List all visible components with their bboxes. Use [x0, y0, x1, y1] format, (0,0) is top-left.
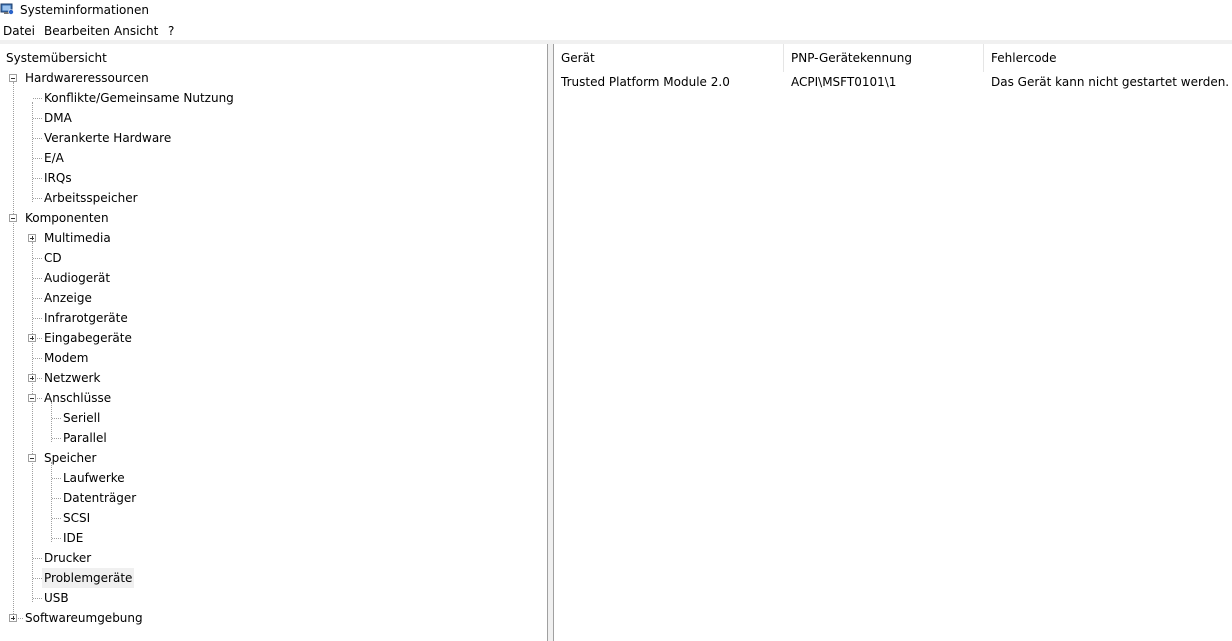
category-tree[interactable]: Systemübersicht Hardwareressourcen Konfl… [0, 44, 548, 641]
table-cell-geraet[interactable]: Trusted Platform Module 2.0 [554, 72, 784, 92]
tree-line [52, 478, 61, 479]
collapse-icon[interactable] [9, 214, 17, 222]
tree-node-eingabegeraete[interactable]: Eingabegeräte [44, 328, 132, 348]
tree-node-dma[interactable]: DMA [44, 108, 72, 128]
tree-line [33, 258, 42, 259]
tree-line [51, 462, 52, 542]
tree-node-infrarotgeraete[interactable]: Infrarotgeräte [44, 308, 128, 328]
tree-node-arbeitsspeicher[interactable]: Arbeitsspeicher [44, 188, 138, 208]
tree-node-verankerte-hardware[interactable]: Verankerte Hardware [44, 128, 171, 148]
window-title: Systeminformationen [20, 3, 149, 17]
menu-ansicht[interactable]: Ansicht [114, 24, 158, 38]
expand-icon[interactable] [9, 614, 17, 622]
expand-icon[interactable] [28, 374, 36, 382]
tree-node-modem[interactable]: Modem [44, 348, 88, 368]
tree-node-anschluesse[interactable]: Anschlüsse [44, 388, 111, 408]
column-header-pnp[interactable]: PNP-Gerätekennung [784, 44, 984, 72]
tree-line [52, 438, 61, 439]
tree-node-seriell[interactable]: Seriell [63, 408, 100, 428]
tree-node-ea[interactable]: E/A [44, 148, 64, 168]
tree-line [33, 98, 42, 99]
tree-node-problemgeraete[interactable]: Problemgeräte [42, 568, 135, 588]
tree-node-datentraeger[interactable]: Datenträger [63, 488, 136, 508]
column-header-geraet[interactable]: Gerät [554, 44, 784, 72]
tree-node-netzwerk[interactable]: Netzwerk [44, 368, 100, 388]
tree-node-anzeige[interactable]: Anzeige [44, 288, 92, 308]
column-header-fehlercode[interactable]: Fehlercode [984, 44, 1232, 72]
menu-help[interactable]: ? [168, 24, 174, 38]
tree-node-systemuebersicht[interactable]: Systemübersicht [6, 48, 107, 68]
tree-line [33, 558, 42, 559]
tree-line [33, 198, 42, 199]
table-cell-fehlercode[interactable]: Das Gerät kann nicht gestartet werden. [984, 72, 1232, 92]
tree-line [52, 518, 61, 519]
tree-node-scsi[interactable]: SCSI [63, 508, 90, 528]
details-list[interactable]: Gerät PNP-Gerätekennung Fehlercode Trust… [553, 44, 1232, 641]
collapse-icon[interactable] [28, 394, 36, 402]
tree-node-speicher[interactable]: Speicher [44, 448, 96, 468]
expand-icon[interactable] [28, 234, 36, 242]
collapse-icon[interactable] [9, 74, 17, 82]
tree-node-laufwerke[interactable]: Laufwerke [63, 468, 125, 488]
tree-line [33, 598, 42, 599]
tree-line [52, 418, 61, 419]
tree-line [33, 118, 42, 119]
tree-node-parallel[interactable]: Parallel [63, 428, 107, 448]
tree-line [33, 178, 42, 179]
title-bar: Systeminformationen [0, 0, 1232, 20]
tree-node-usb[interactable]: USB [44, 588, 69, 608]
collapse-icon[interactable] [28, 454, 36, 462]
tree-line [33, 278, 42, 279]
tree-node-drucker[interactable]: Drucker [44, 548, 91, 568]
tree-node-ide[interactable]: IDE [63, 528, 83, 548]
menu-bearbeiten[interactable]: Bearbeiten [44, 24, 110, 38]
tree-node-cd[interactable]: CD [44, 248, 62, 268]
tree-line [32, 242, 33, 602]
expand-icon[interactable] [28, 334, 36, 342]
tree-node-hardwareressourcen[interactable]: Hardwareressourcen [25, 68, 149, 88]
tree-line [33, 138, 42, 139]
tree-node-konflikte[interactable]: Konflikte/Gemeinsame Nutzung [44, 88, 234, 108]
tree-line [52, 498, 61, 499]
tree-node-komponenten[interactable]: Komponenten [25, 208, 109, 228]
tree-node-multimedia[interactable]: Multimedia [44, 228, 111, 248]
tree-line [52, 538, 61, 539]
menu-datei[interactable]: Datei [3, 24, 35, 38]
tree-node-irqs[interactable]: IRQs [44, 168, 72, 188]
tree-node-audiogeraet[interactable]: Audiogerät [44, 268, 110, 288]
tree-line [33, 358, 42, 359]
tree-node-softwareumgebung[interactable]: Softwareumgebung [25, 608, 143, 628]
tree-line [33, 298, 42, 299]
tree-line [33, 158, 42, 159]
menu-bar: Datei Bearbeiten Ansicht ? [0, 21, 1232, 40]
tree-line [33, 318, 42, 319]
tree-line [51, 402, 52, 442]
table-cell-pnp[interactable]: ACPI\MSFT0101\1 [784, 72, 984, 92]
tree-line [32, 102, 33, 202]
tree-line [13, 82, 14, 622]
tree-line [33, 578, 42, 579]
system-info-icon [0, 3, 14, 15]
